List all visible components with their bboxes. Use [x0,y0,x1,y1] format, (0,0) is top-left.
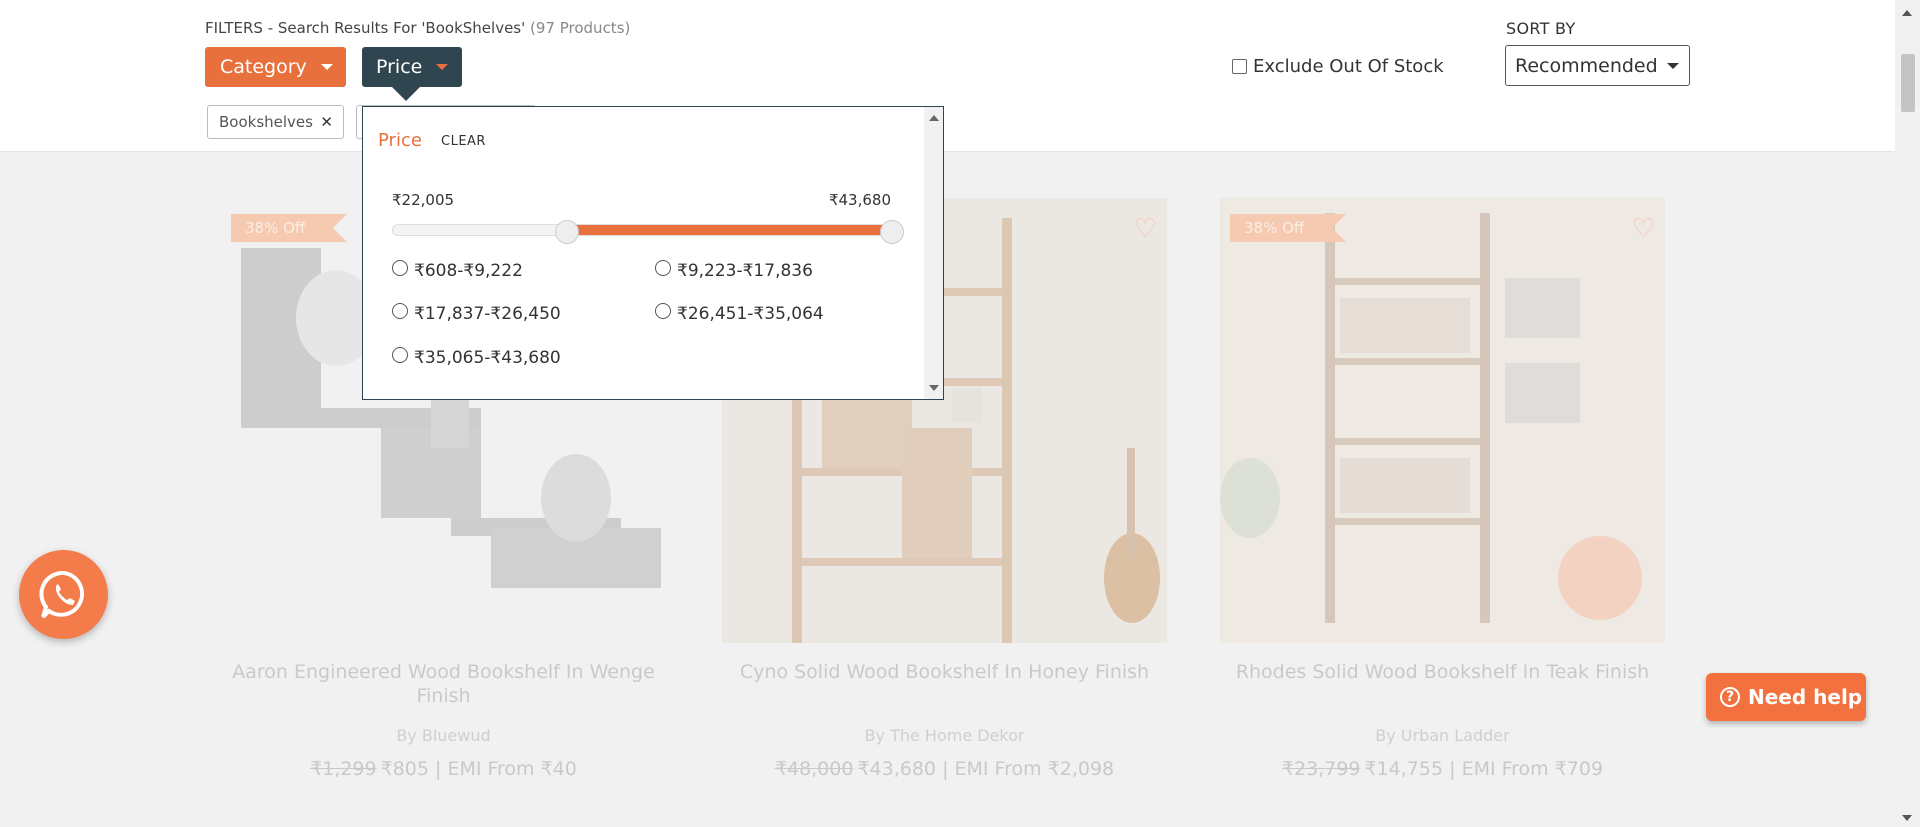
price-option-radio[interactable] [392,303,408,319]
filter-bar: FILTERS - Search Results For 'BookShelve… [0,0,1895,152]
exclude-label: Exclude Out Of Stock [1253,56,1444,77]
whatsapp-icon [38,570,84,618]
price-option-label: ₹35,065-₹43,680 [414,348,561,368]
product-brand[interactable]: By Urban Ladder [1220,726,1665,745]
category-label: Category [220,56,307,78]
price-option[interactable]: ₹9,223-₹17,836 [655,260,813,281]
exclude-checkbox[interactable] [1232,59,1247,74]
exclude-out-of-stock[interactable]: Exclude Out Of Stock [1232,56,1444,77]
close-icon[interactable]: ✕ [320,113,333,131]
applied-filter-chip: Bookshelves ✕ [207,105,344,139]
price-option-radio[interactable] [655,260,671,276]
product-illustration [1220,213,1642,623]
product-title[interactable]: Rhodes Solid Wood Bookshelf In Teak Fini… [1220,660,1665,684]
product-price: ₹1,299 ₹805 | EMI From ₹40 [221,758,666,780]
range-max-label: ₹43,680 [828,191,891,209]
sort-select[interactable]: Recommended [1505,45,1690,86]
current-price: ₹43,680 [857,758,937,780]
price-option[interactable]: ₹35,065-₹43,680 [392,347,561,368]
discount-badge: 38% Off [231,214,347,242]
scroll-down-icon[interactable] [929,385,939,391]
scroll-thumb[interactable] [1901,54,1915,112]
discount-badge: 38% Off [1230,214,1346,242]
current-price: ₹805 [380,758,429,780]
filters-label: FILTERS - Search Results For 'BookShelve… [205,19,526,37]
emi-text: | EMI From ₹2,098 [942,758,1115,780]
chip-label: Bookshelves [219,113,313,131]
price-option[interactable]: ₹17,837-₹26,450 [392,303,561,324]
price-option[interactable]: ₹26,451-₹35,064 [655,303,824,324]
product-price: ₹23,799 ₹14,755 | EMI From ₹709 [1220,758,1665,780]
chevron-down-icon [1667,62,1679,69]
price-filter-button[interactable]: Price [362,47,462,87]
chevron-down-icon [320,64,333,70]
heart-icon[interactable]: ♡ [1134,214,1157,244]
whatsapp-button[interactable] [19,550,108,639]
chevron-down-icon [436,64,449,70]
price-label: Price [376,56,423,78]
price-range-fill [568,225,893,235]
page-scrollbar[interactable] [1895,0,1920,827]
old-price: ₹23,799 [1281,758,1361,780]
scroll-up-icon[interactable] [1902,10,1912,16]
sort-value: Recommended [1515,54,1658,77]
need-help-button[interactable]: ? Need help [1706,673,1866,721]
price-option[interactable]: ₹608-₹9,222 [392,260,523,281]
price-range-slider[interactable] [392,224,893,236]
price-option-label: ₹9,223-₹17,836 [677,261,813,281]
dropdown-pointer [392,87,420,101]
old-price: ₹1,299 [310,758,377,780]
product-title[interactable]: Aaron Engineered Wood Bookshelf In Wenge… [221,660,666,708]
emi-text: | EMI From ₹40 [435,758,577,780]
emi-text: | EMI From ₹709 [1449,758,1604,780]
need-help-label: Need help [1748,685,1863,709]
old-price: ₹48,000 [774,758,854,780]
price-panel-title: Price [378,130,422,151]
sort-label: SORT BY [1506,19,1576,38]
clear-price-button[interactable]: CLEAR [441,134,486,149]
price-option-radio[interactable] [392,260,408,276]
scroll-down-icon[interactable] [1902,815,1912,821]
current-price: ₹14,755 [1364,758,1444,780]
price-option-radio[interactable] [392,347,408,363]
range-max-handle[interactable] [880,220,904,244]
price-option-label: ₹26,451-₹35,064 [677,304,824,324]
product-brand[interactable]: By Bluewud [221,726,666,745]
heart-icon[interactable]: ♡ [1632,214,1655,244]
scroll-up-icon[interactable] [929,115,939,121]
filters-heading: FILTERS - Search Results For 'BookShelve… [205,19,630,37]
help-icon: ? [1720,687,1740,707]
price-option-radio[interactable] [655,303,671,319]
product-title[interactable]: Cyno Solid Wood Bookshelf In Honey Finis… [722,660,1167,684]
price-option-label: ₹17,837-₹26,450 [414,304,561,324]
product-count: (97 Products) [530,19,631,37]
range-min-label: ₹22,005 [392,191,455,209]
product-price: ₹48,000 ₹43,680 | EMI From ₹2,098 [722,758,1167,780]
product-brand[interactable]: By The Home Dekor [722,726,1167,745]
product-image[interactable]: 38% Off ♡ [1220,198,1665,643]
price-filter-panel: Price CLEAR ₹22,005 ₹43,680 ₹608-₹9,222 … [362,106,944,400]
price-option-label: ₹608-₹9,222 [414,261,523,281]
category-filter-button[interactable]: Category [205,47,346,87]
range-min-handle[interactable] [555,220,579,244]
dropdown-scrollbar[interactable] [924,107,943,399]
